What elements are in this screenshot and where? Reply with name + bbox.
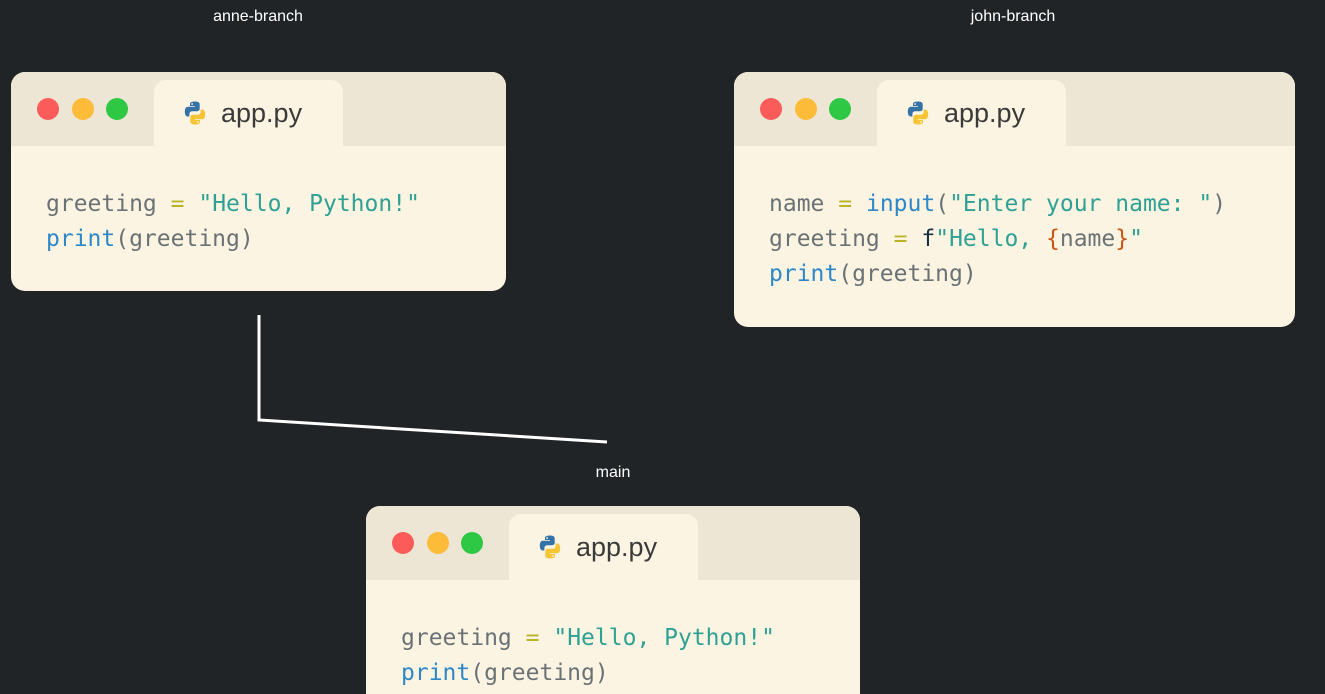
tab-label: app.py xyxy=(221,98,303,128)
python-icon xyxy=(907,101,929,125)
minimize-dot-icon[interactable] xyxy=(427,532,449,554)
code-token: "Hello, Python!" xyxy=(198,191,420,217)
code-token: print xyxy=(769,261,839,287)
code-token: (greeting) xyxy=(838,261,977,287)
python-icon xyxy=(184,101,206,125)
code-token: greeting xyxy=(401,625,512,651)
code-token: "Hello, xyxy=(935,226,1046,252)
code-token: input xyxy=(865,191,936,217)
maximize-dot-icon[interactable] xyxy=(106,98,128,120)
code-line: print(greeting) xyxy=(401,656,775,691)
code-token: } xyxy=(1115,226,1130,252)
code-line: greeting = "Hello, Python!" xyxy=(46,187,420,222)
code-token: print xyxy=(401,660,471,686)
close-dot-icon[interactable] xyxy=(760,98,782,120)
file-tab-app-py[interactable]: app.py xyxy=(509,514,698,580)
code-token: greeting xyxy=(769,226,880,252)
code-token: print xyxy=(46,226,116,252)
code-token: = xyxy=(838,191,853,217)
code-line: greeting = "Hello, Python!" xyxy=(401,621,775,656)
minimize-dot-icon[interactable] xyxy=(795,98,817,120)
code-block: greeting = "Hello, Python!" print(greetin… xyxy=(46,187,420,257)
tab-label: app.py xyxy=(576,532,658,562)
code-token: = xyxy=(893,226,908,252)
code-block: greeting = "Hello, Python!" print(greetin… xyxy=(401,621,775,691)
anne-titlebar: app.py xyxy=(11,72,506,146)
minimize-dot-icon[interactable] xyxy=(72,98,94,120)
file-tab-app-py[interactable]: app.py xyxy=(877,80,1066,146)
john-branch-window: app.py name = input("Enter your name: ")… xyxy=(734,72,1295,327)
code-token: (greeting) xyxy=(115,226,254,252)
code-token: ( xyxy=(935,191,950,217)
code-token: { xyxy=(1046,226,1060,252)
anne-branch-window: app.py greeting = "Hello, Python!" print(… xyxy=(11,72,506,291)
code-token: (greeting) xyxy=(470,660,609,686)
code-token: = xyxy=(525,625,540,651)
file-tab-app-py[interactable]: app.py xyxy=(154,80,343,146)
code-token: name xyxy=(769,191,825,217)
code-line: print(greeting) xyxy=(46,222,420,257)
code-token: name xyxy=(1059,226,1116,252)
maximize-dot-icon[interactable] xyxy=(829,98,851,120)
code-token: "Enter your name: " xyxy=(949,191,1213,217)
code-line: greeting = f"Hello, {name}" xyxy=(769,222,1226,257)
maximize-dot-icon[interactable] xyxy=(461,532,483,554)
python-icon xyxy=(539,535,561,559)
close-dot-icon[interactable] xyxy=(37,98,59,120)
code-token: "Hello, Python!" xyxy=(553,625,775,651)
code-line: print(greeting) xyxy=(769,257,1226,292)
code-token: f xyxy=(921,226,936,252)
code-token: = xyxy=(170,191,185,217)
code-token: greeting xyxy=(46,191,157,217)
code-token: ) xyxy=(1212,191,1227,217)
close-dot-icon[interactable] xyxy=(392,532,414,554)
tab-label: app.py xyxy=(944,98,1026,128)
code-line: name = input("Enter your name: ") xyxy=(769,187,1226,222)
code-block: name = input("Enter your name: ") greetin… xyxy=(769,187,1226,292)
main-branch-window: app.py greeting = "Hello, Python!" print(… xyxy=(366,506,860,694)
john-titlebar: app.py xyxy=(734,72,1295,146)
main-titlebar: app.py xyxy=(366,506,860,580)
code-token: " xyxy=(1129,226,1143,252)
